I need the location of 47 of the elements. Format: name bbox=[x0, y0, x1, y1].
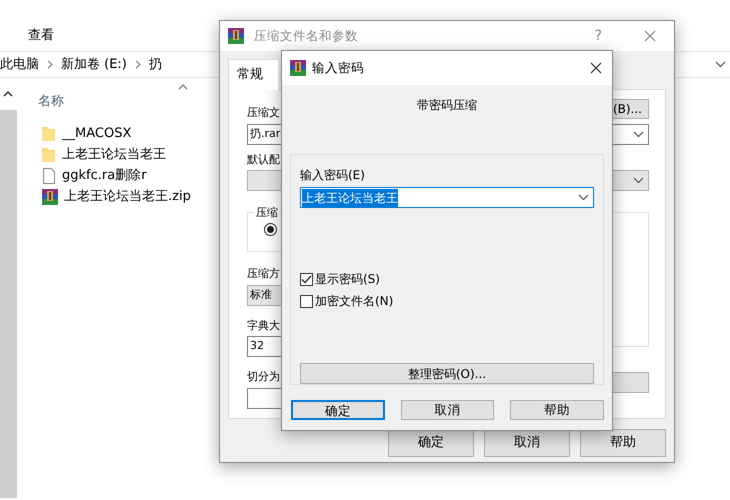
close-icon[interactable] bbox=[590, 62, 602, 74]
folder-icon bbox=[42, 147, 56, 163]
sort-icon bbox=[178, 84, 188, 90]
field-label: 字典大 bbox=[247, 318, 280, 334]
archive-icon bbox=[42, 189, 58, 205]
dropdown-icon[interactable] bbox=[715, 61, 726, 68]
dropdown-icon bbox=[633, 177, 644, 184]
checkbox-label: 加密文件名(N) bbox=[315, 293, 394, 310]
file-name[interactable]: 上老王论坛当老王.zip bbox=[64, 187, 191, 207]
password-field[interactable]: 上老王论坛当老王 bbox=[300, 187, 594, 208]
file-name[interactable]: ggkfc.ra删除r bbox=[62, 166, 147, 186]
scroll-up-icon[interactable] bbox=[3, 90, 13, 97]
manage-passwords-button[interactable]: 整理密码(O)... bbox=[300, 363, 594, 384]
checkbox[interactable] bbox=[300, 272, 313, 286]
radio-button[interactable] bbox=[264, 223, 277, 236]
dialog-heading: 带密码压缩 bbox=[417, 97, 477, 114]
breadcrumb-item[interactable]: 扔 bbox=[148, 54, 162, 74]
window-title: 压缩文件名和参数 bbox=[254, 26, 358, 45]
dialog-button[interactable]: 确定 bbox=[291, 400, 385, 420]
breadcrumb-item[interactable]: 此电脑 bbox=[0, 54, 39, 74]
file-name[interactable]: 上老王论坛当老王 bbox=[62, 145, 166, 165]
field-label: 压缩文 bbox=[247, 104, 280, 120]
dialog-button[interactable]: 帮助 bbox=[510, 400, 604, 420]
window-title: 输入密码 bbox=[312, 58, 364, 77]
chevron-icon bbox=[134, 60, 141, 69]
field-label: 压缩方 bbox=[247, 266, 280, 282]
help-button[interactable]: ? bbox=[594, 26, 602, 46]
folder-icon bbox=[42, 126, 56, 142]
dropdown-icon bbox=[633, 130, 644, 138]
file-icon bbox=[42, 168, 56, 184]
app-icon bbox=[228, 28, 244, 44]
field-label: 切分为 bbox=[247, 369, 280, 385]
checkbox[interactable] bbox=[300, 294, 313, 308]
dialog-button[interactable]: 取消 bbox=[400, 400, 494, 420]
app-icon bbox=[290, 60, 306, 76]
file-name[interactable]: __MACOSX bbox=[62, 124, 132, 144]
column-header[interactable]: 名称 bbox=[38, 92, 64, 112]
field-label: 输入密码(E) bbox=[300, 167, 365, 184]
scrollbar[interactable] bbox=[0, 110, 17, 498]
dropdown-icon bbox=[578, 194, 589, 201]
checkbox-label: 显示密码(S) bbox=[315, 271, 380, 288]
breadcrumb-item[interactable]: 新加卷 (E:) bbox=[61, 54, 127, 74]
chevron-icon bbox=[47, 60, 53, 69]
dialog-button[interactable]: 帮助 bbox=[580, 428, 666, 456]
ribbon-tab[interactable]: 查看 bbox=[28, 28, 54, 43]
tab[interactable]: 常规 bbox=[228, 59, 279, 90]
field-label: 默认配 bbox=[247, 152, 280, 168]
